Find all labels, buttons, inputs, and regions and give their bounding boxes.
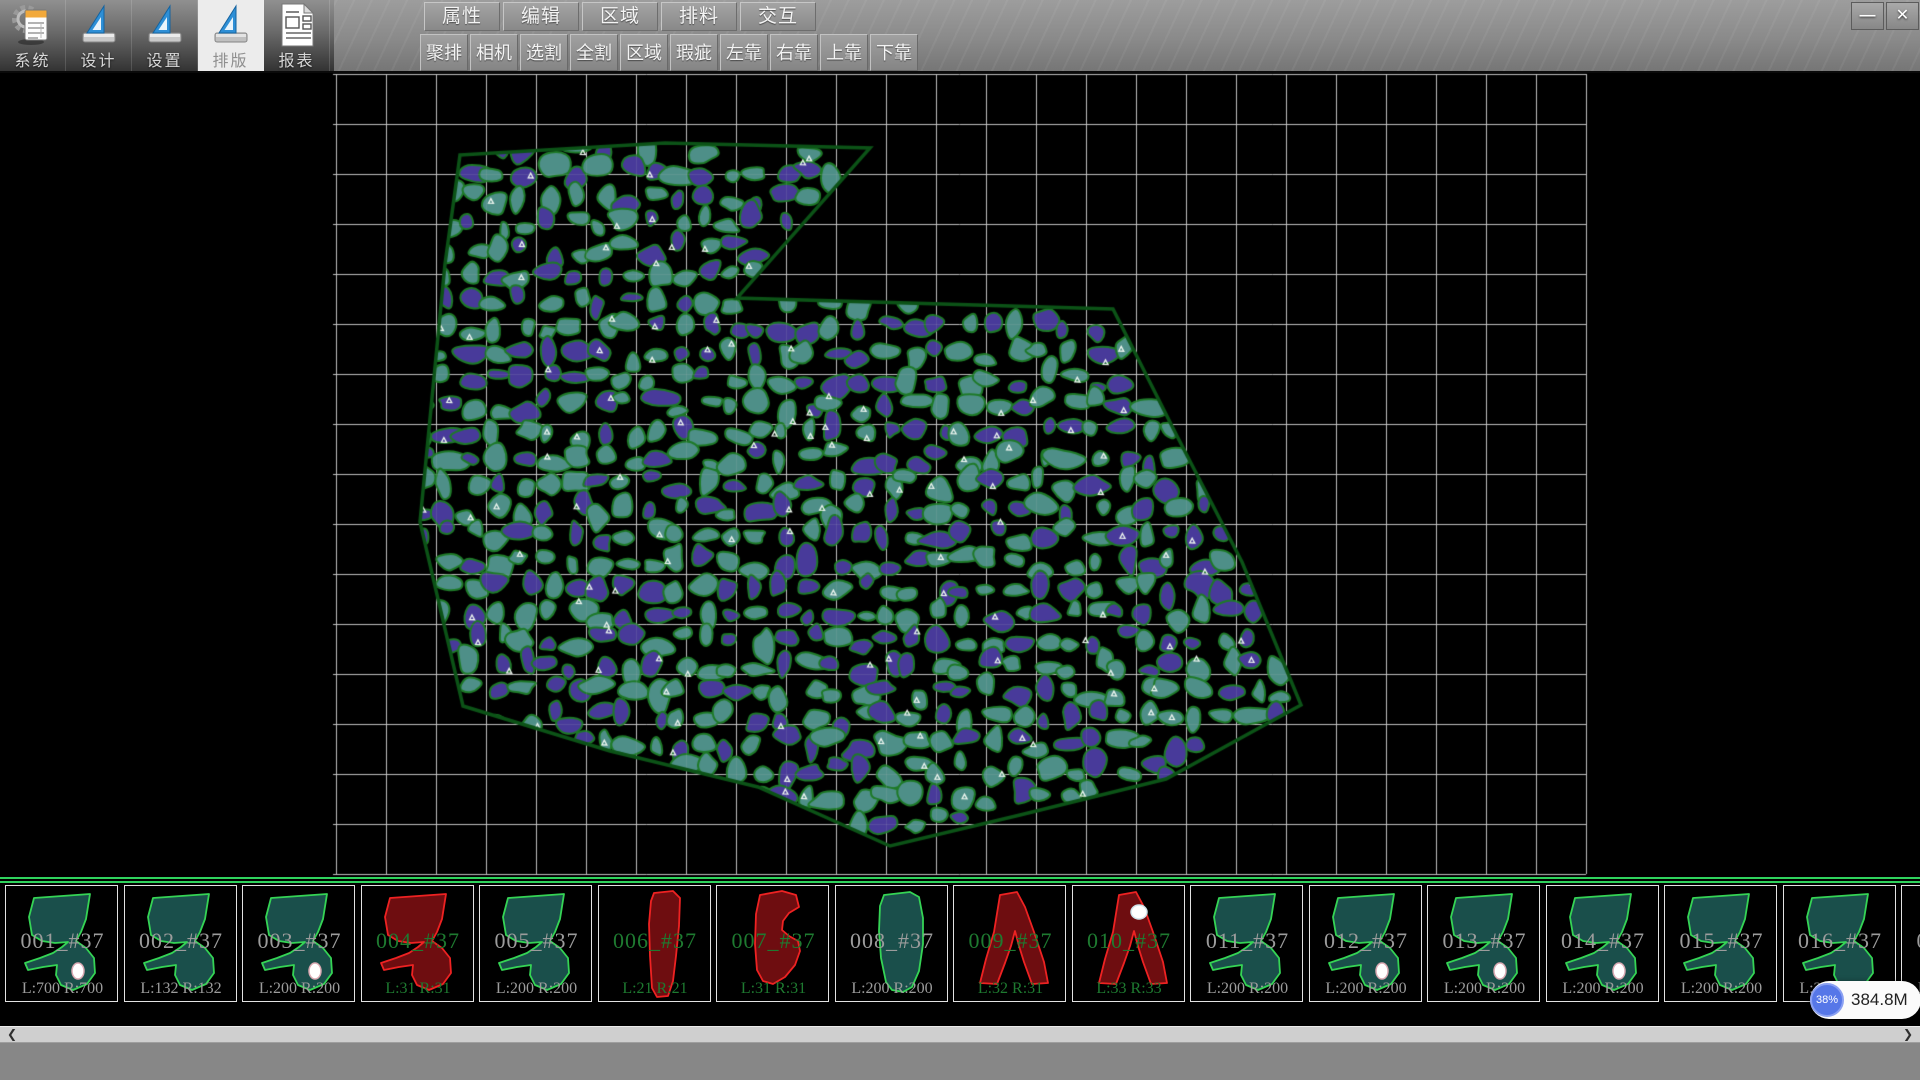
piece-shape — [1073, 886, 1185, 1002]
thumbnail-cell[interactable]: 006_#37L:21 R:21 — [598, 885, 711, 1002]
workspace — [0, 73, 1920, 1026]
menu-edit[interactable]: 编辑 — [503, 2, 579, 31]
tab-nesting-label: 排版 — [212, 47, 248, 71]
thumbnail-cell[interactable]: 003_#37L:200 R:200 — [242, 885, 355, 1002]
piece-shape — [717, 886, 829, 1002]
tab-settings[interactable]: 设置 — [132, 0, 198, 71]
app-window: 系统 设计 — [0, 0, 1920, 1080]
system-icon — [11, 3, 55, 47]
tool-align-bottom[interactable]: 下靠 — [870, 34, 918, 71]
tab-nesting-active[interactable]: 排版 — [198, 0, 264, 71]
close-button[interactable]: ✕ — [1886, 2, 1919, 30]
piece-shape — [1547, 886, 1659, 1002]
tool-defect[interactable]: 瑕疵 — [670, 34, 718, 71]
menu-nest[interactable]: 排料 — [661, 2, 737, 31]
piece-shape — [1191, 886, 1303, 1002]
piece-shape — [836, 886, 948, 1002]
thumbnail-strip: 001_#37L:700 R:700002_#37L:132 R:132003_… — [0, 885, 1920, 1004]
thumbnail-cell[interactable]: 010_#37L:33 R:33 — [1072, 885, 1185, 1002]
tab-system[interactable]: 系统 — [0, 0, 66, 71]
tool-camera[interactable]: 相机 — [470, 34, 518, 71]
piece-hole — [1376, 963, 1388, 979]
thumbnail-cell[interactable]: 001_#37L:700 R:700 — [5, 885, 118, 1002]
status-bar — [0, 1042, 1920, 1080]
piece-shape — [1310, 886, 1422, 1002]
tool-align-right[interactable]: 右靠 — [770, 34, 818, 71]
piece-shape — [125, 886, 237, 1002]
main-tab-bar: 系统 设计 — [0, 0, 334, 71]
tool-region[interactable]: 区域 — [620, 34, 668, 71]
menu-interact[interactable]: 交互 — [740, 2, 816, 31]
strip-divider-line-top — [0, 877, 1920, 879]
menu-row-2: 聚排 相机 选割 全割 区域 瑕疵 左靠 右靠 上靠 下靠 — [420, 34, 918, 71]
piece-shape — [362, 886, 474, 1002]
scroll-left-arrow[interactable]: ❮ — [2, 1027, 22, 1043]
thumbnail-cell[interactable]: 004_#37L:31 R:31 — [361, 885, 474, 1002]
tab-report-label: 报表 — [278, 47, 314, 71]
tool-select-cut[interactable]: 选割 — [520, 34, 568, 71]
tab-settings-label: 设置 — [146, 47, 182, 71]
thumbnail-cell[interactable]: 014_#37L:200 R:200 — [1546, 885, 1659, 1002]
piece-hole — [1494, 963, 1506, 979]
tool-cluster-nest[interactable]: 聚排 — [420, 34, 468, 71]
piece-hole — [72, 963, 84, 979]
thumbnail-cell[interactable]: 012_#37L:200 R:200 — [1309, 885, 1422, 1002]
menu-row-1: 属性 编辑 区域 排料 交互 — [424, 2, 816, 31]
tool-align-left[interactable]: 左靠 — [720, 34, 768, 71]
horizontal-scrollbar[interactable]: ❮ ❯ — [0, 1026, 1920, 1042]
report-icon — [277, 3, 317, 47]
thumbnail-cell[interactable]: 007_#37L:31 R:31 — [716, 885, 829, 1002]
piece-shape — [1665, 886, 1777, 1002]
piece-shape — [480, 886, 592, 1002]
tool-cut-all[interactable]: 全割 — [570, 34, 618, 71]
thumbnail-cell[interactable]: 013_#37L:200 R:200 — [1427, 885, 1540, 1002]
menu-region[interactable]: 区域 — [582, 2, 658, 31]
tab-system-label: 系统 — [14, 47, 50, 71]
piece-shape — [1428, 886, 1540, 1002]
settings-icon — [143, 3, 187, 47]
toolbar: 系统 设计 — [0, 0, 1920, 73]
thumbnail-cell[interactable]: 009_#37L:32 R:31 — [953, 885, 1066, 1002]
nesting-canvas[interactable] — [0, 73, 1920, 1026]
minimize-button[interactable]: — — [1851, 2, 1884, 30]
piece-hole — [1131, 905, 1147, 919]
strip-divider-line-bottom — [0, 881, 1920, 883]
thumbnail-cell[interactable]: 011_#37L:200 R:200 — [1190, 885, 1303, 1002]
menu-properties[interactable]: 属性 — [424, 2, 500, 31]
tool-align-top[interactable]: 上靠 — [820, 34, 868, 71]
piece-shape — [6, 886, 118, 1002]
piece-hole — [1613, 963, 1625, 979]
memory-badge: 38% 384.8M — [1810, 981, 1920, 1019]
piece-hole — [309, 963, 321, 979]
piece-shape — [954, 886, 1066, 1002]
tab-report[interactable]: 报表 — [264, 0, 330, 71]
nesting-icon — [209, 3, 253, 47]
memory-value-label: 384.8M — [1851, 990, 1908, 1010]
piece-shape — [243, 886, 355, 1002]
thumbnail-cell[interactable]: 002_#37L:132 R:132 — [124, 885, 237, 1002]
thumbnail-cell[interactable]: 015_#37L:200 R:200 — [1664, 885, 1777, 1002]
thumbnail-cell[interactable]: 005_#37L:200 R:200 — [479, 885, 592, 1002]
design-icon — [77, 3, 121, 47]
tab-design-label: 设计 — [80, 47, 116, 71]
memory-percent-badge: 38% — [1810, 983, 1844, 1017]
tab-design[interactable]: 设计 — [66, 0, 132, 71]
piece-shape — [599, 886, 711, 1002]
scroll-right-arrow[interactable]: ❯ — [1898, 1027, 1918, 1043]
thumbnail-cell[interactable]: 008_#37L:200 R:200 — [835, 885, 948, 1002]
